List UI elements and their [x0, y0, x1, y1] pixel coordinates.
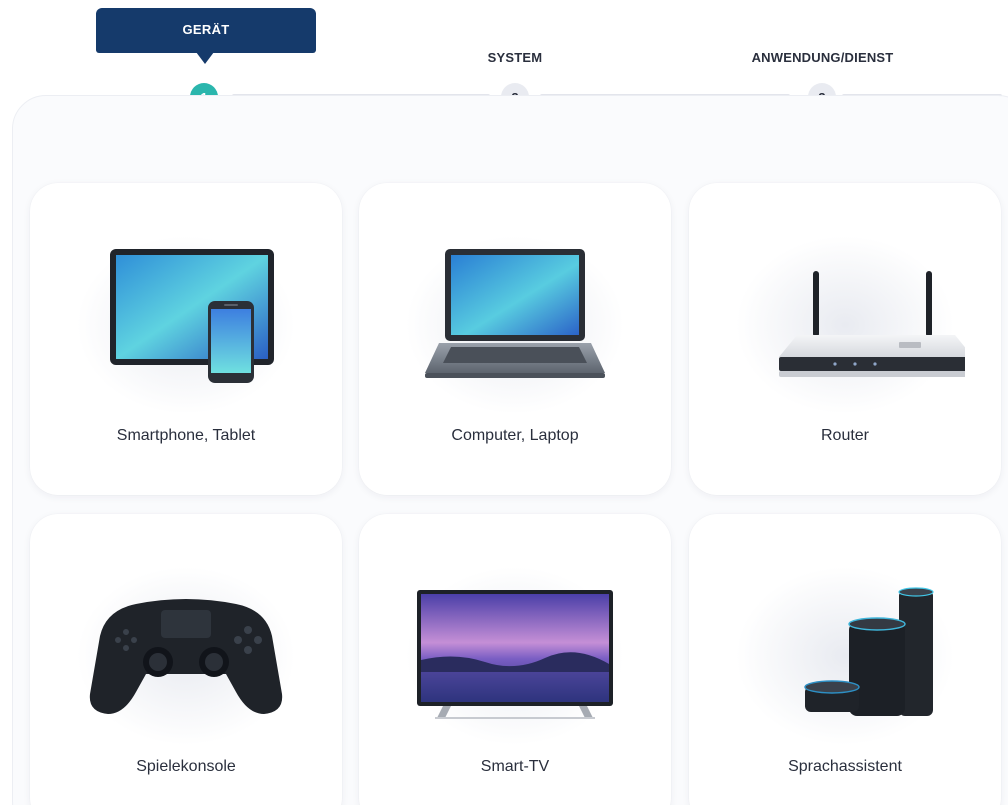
device-card-label: Router [820, 427, 870, 444]
step-label-service: ANWENDUNG/DIENST [751, 50, 894, 65]
device-card-label: Smartphone, Tablet [116, 427, 256, 444]
device-card-computer-laptop[interactable]: Computer, Laptop [359, 183, 671, 495]
gamepad-icon [66, 566, 306, 746]
device-card-game-console[interactable]: Spielekonsole [30, 514, 342, 805]
device-card-smart-tv[interactable]: Smart-TV [359, 514, 671, 805]
device-card-smartphone-tablet[interactable]: Smartphone, Tablet [30, 183, 342, 495]
device-card-router[interactable]: Router [689, 183, 1001, 495]
router-icon [725, 235, 965, 415]
device-card-label: Spielekonsole [136, 758, 236, 775]
tab-pointer [196, 52, 214, 64]
smart-tv-icon [395, 566, 635, 746]
step-label-system: SYSTEM [487, 50, 543, 65]
device-card-label: Sprachassistent [788, 758, 902, 775]
voice-assistant-icon [725, 566, 965, 746]
laptop-icon [395, 235, 635, 415]
smartphone-tablet-icon [66, 235, 306, 415]
device-card-label: Computer, Laptop [451, 427, 579, 444]
active-step-label: GERÄT [182, 22, 230, 37]
active-step-tab: GERÄT [96, 8, 316, 64]
device-card-label: Smart-TV [480, 758, 550, 775]
device-card-voice-assistant[interactable]: Sprachassistent [689, 514, 1001, 805]
